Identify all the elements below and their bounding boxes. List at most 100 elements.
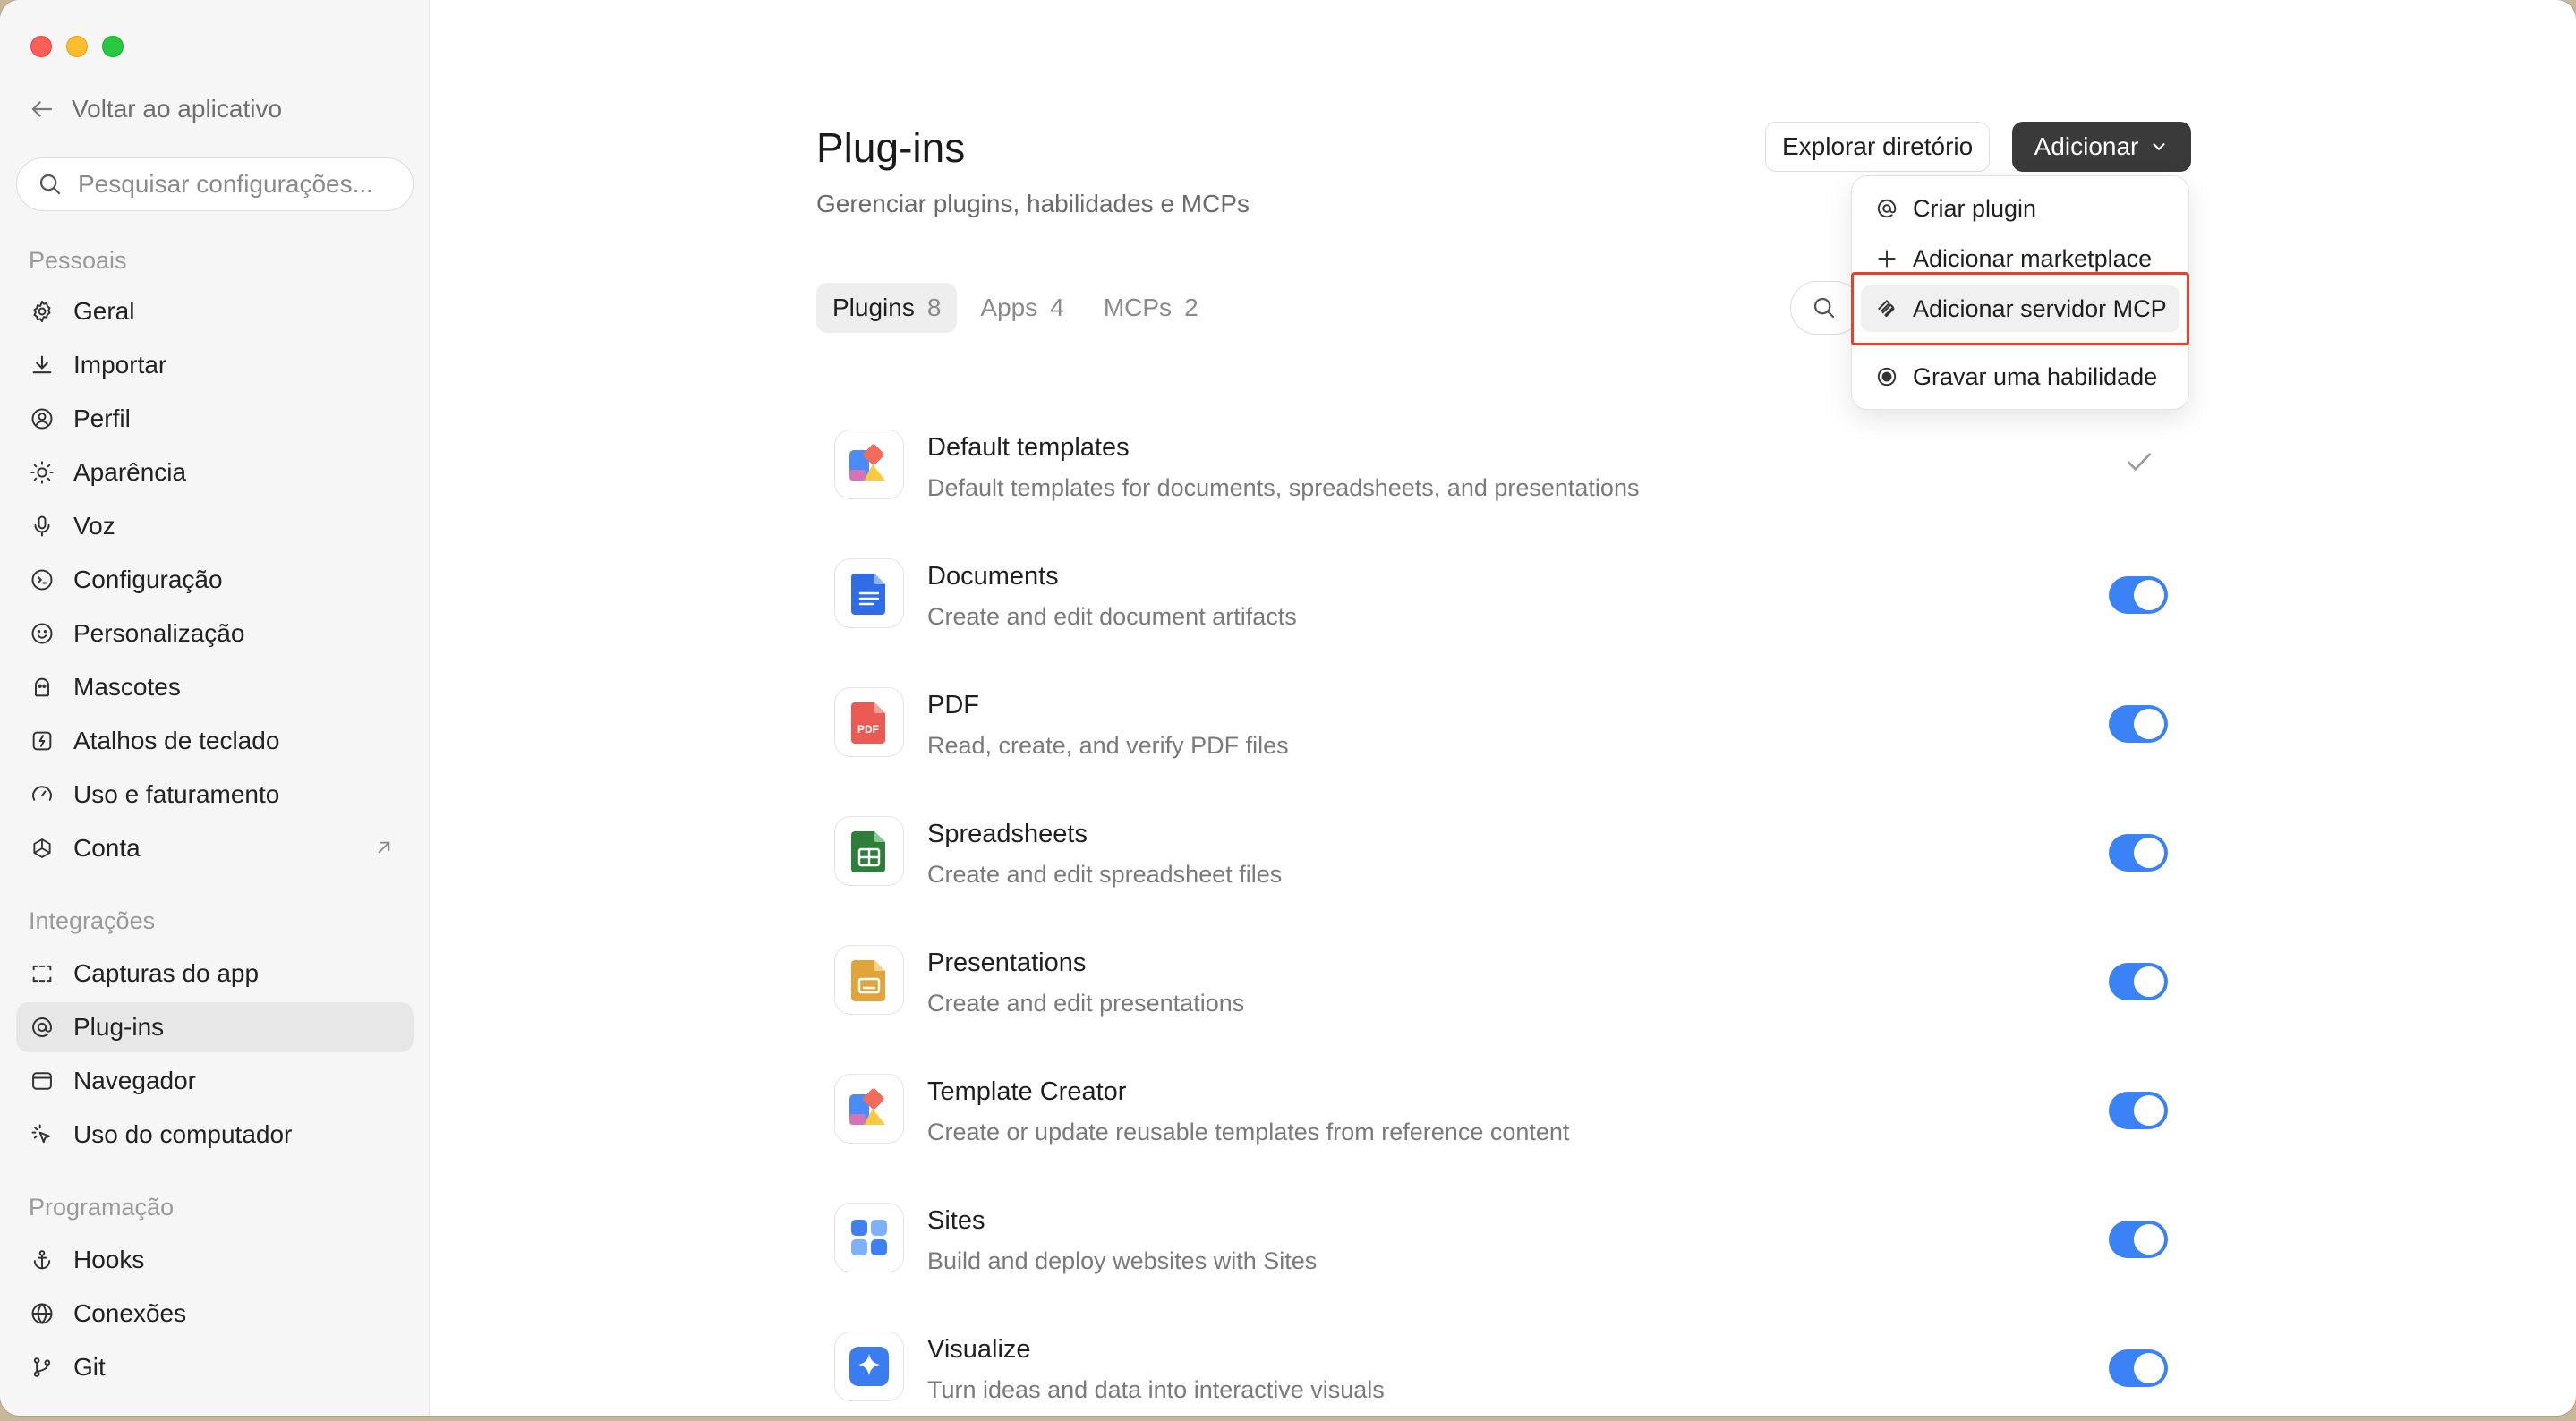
tab-label: Plugins	[832, 294, 915, 321]
sidebar-item-uso-faturamento[interactable]: Uso e faturamento	[16, 770, 414, 820]
menu-item-adicionar-servidor-mcp[interactable]: Adicionar servidor MCP	[1861, 285, 2179, 332]
gear-icon	[33, 300, 51, 323]
sidebar-item-mascotes[interactable]: Mascotes	[16, 662, 414, 712]
openai-icon	[33, 838, 51, 858]
plugin-row-documents: Documents Create and edit document artif…	[834, 544, 2168, 642]
plugin-toggle[interactable]	[2109, 1221, 2168, 1258]
explore-directory-button[interactable]: Explorar diretório	[1765, 122, 1991, 172]
sidebar-item-plug-ins[interactable]: Plug-ins	[16, 1002, 414, 1052]
template-creator-icon	[834, 1074, 904, 1144]
menu-item-criar-plugin[interactable]: Criar plugin	[1861, 185, 2179, 232]
branch-icon	[33, 1357, 51, 1377]
plugin-name: Spreadsheets	[927, 820, 1088, 848]
documents-icon	[834, 558, 904, 628]
sidebar-item-label: Uso do computador	[73, 1120, 293, 1148]
sidebar-item-navegador[interactable]: Navegador	[16, 1056, 414, 1106]
plugin-row-visualize: Visualize Turn ideas and data into inter…	[834, 1317, 2168, 1416]
menu-item-label: Gravar uma habilidade	[1913, 362, 2158, 390]
arrow-left-icon	[31, 101, 53, 117]
plugin-description: Create and edit spreadsheet files	[927, 861, 1283, 888]
sidebar-item-conta[interactable]: Conta	[16, 823, 414, 873]
menu-item-adicionar-marketplace[interactable]: Adicionar marketplace	[1861, 235, 2179, 282]
external-link-icon	[378, 841, 390, 854]
plugin-toggle[interactable]	[2109, 1349, 2168, 1387]
settings-search[interactable]	[16, 157, 414, 211]
sidebar-item-label: Uso e faturamento	[73, 780, 280, 808]
microphone-icon	[34, 515, 50, 537]
minimize-window-button[interactable]	[66, 36, 88, 57]
globe-icon	[31, 1303, 53, 1324]
checkmark-icon	[2128, 453, 2151, 471]
smile-icon	[31, 623, 53, 644]
plugin-description: Create and edit document artifacts	[927, 603, 1297, 630]
sun-icon	[30, 461, 54, 484]
plugin-toggle[interactable]	[2109, 705, 2168, 743]
plugin-description: Read, create, and verify PDF files	[927, 732, 1289, 759]
menu-item-label: Criar plugin	[1913, 194, 2037, 222]
sidebar-item-personalizacao[interactable]: Personalização	[16, 608, 414, 659]
page-title: Plug-ins	[816, 124, 966, 171]
plugin-toggle[interactable]	[2109, 1092, 2168, 1129]
mascot-icon	[35, 677, 49, 697]
tab-plugins[interactable]: Plugins 8	[816, 283, 958, 333]
tab-apps[interactable]: Apps 4	[964, 283, 1079, 333]
main-content: Plug-ins Gerenciar plugins, habilidades …	[430, 0, 2576, 1416]
sidebar-item-label: Capturas do app	[73, 959, 260, 987]
sidebar-item-uso-computador[interactable]: Uso do computador	[16, 1110, 414, 1160]
tab-mcps[interactable]: MCPs 2	[1088, 283, 1215, 333]
search-icon	[1813, 297, 1835, 319]
sidebar-item-label: Geral	[73, 297, 135, 325]
sidebar-item-label: Perfil	[73, 404, 131, 432]
sidebar-item-configuracao[interactable]: Configuração	[16, 555, 414, 605]
window-controls	[30, 36, 124, 57]
plugin-toggle[interactable]	[2109, 576, 2168, 614]
plugin-toggle[interactable]	[2109, 963, 2168, 1000]
anchor-icon	[33, 1250, 51, 1270]
sidebar-item-geral[interactable]: Geral	[16, 286, 414, 336]
screenshot-icon	[32, 965, 52, 983]
sidebar-item-label: Aparência	[73, 458, 187, 486]
plugin-row-default-templates: Default templates Default templates for …	[834, 415, 2168, 514]
sidebar-item-aparencia[interactable]: Aparência	[16, 447, 414, 498]
sidebar-item-label: Configuração	[73, 566, 223, 593]
spreadsheets-icon	[834, 816, 904, 886]
gauge-icon	[32, 786, 52, 801]
close-window-button[interactable]	[30, 36, 52, 57]
sidebar-item-conexoes[interactable]: Conexões	[16, 1289, 414, 1339]
sidebar-item-label: Navegador	[73, 1067, 196, 1094]
menu-item-gravar-habilidade[interactable]: Gravar uma habilidade	[1861, 353, 2179, 400]
sidebar-item-git[interactable]: Git	[16, 1342, 414, 1392]
plugin-toggle[interactable]	[2109, 834, 2168, 872]
sidebar-item-atalhos[interactable]: Atalhos de teclado	[16, 716, 414, 766]
sidebar-item-label: Hooks	[73, 1246, 145, 1273]
sidebar-item-hooks[interactable]: Hooks	[16, 1235, 414, 1285]
sidebar-item-importar[interactable]: Importar	[16, 340, 414, 390]
zoom-window-button[interactable]	[102, 36, 124, 57]
menu-item-label: Adicionar marketplace	[1913, 244, 2153, 272]
sidebar-item-perfil[interactable]: Perfil	[16, 394, 414, 444]
plus-icon	[1878, 250, 1896, 268]
visualize-icon	[834, 1332, 904, 1401]
plugin-tabs: Plugins 8 Apps 4 MCPs 2	[816, 283, 1215, 333]
settings-search-input[interactable]	[78, 170, 400, 199]
plugin-row-spreadsheets: Spreadsheets Create and edit spreadsheet…	[834, 802, 2168, 900]
sidebar-item-voz[interactable]: Voz	[16, 501, 414, 551]
browser-icon	[32, 1072, 52, 1090]
sidebar-item-label: Git	[73, 1353, 106, 1381]
add-button[interactable]: Adicionar	[2012, 122, 2191, 172]
sidebar-item-label: Plug-ins	[73, 1013, 165, 1041]
plugin-row-template-creator: Template Creator Create or update reusab…	[834, 1059, 2168, 1158]
plugin-name: Visualize	[927, 1335, 1031, 1364]
plugin-name: Documents	[927, 562, 1059, 591]
tab-count: 2	[1184, 294, 1198, 321]
default-templates-icon	[834, 430, 904, 499]
plugin-description: Create and edit presentations	[927, 990, 1245, 1017]
keyboard-icon	[32, 731, 52, 751]
back-to-app-link[interactable]: Voltar ao aplicativo	[29, 95, 282, 123]
sidebar-item-capturas[interactable]: Capturas do app	[16, 949, 414, 999]
sidebar-item-label: Importar	[73, 351, 167, 379]
section-personal-label: Pessoais	[29, 247, 127, 274]
plugin-description: Build and deploy websites with Sites	[927, 1247, 1318, 1274]
settings-window: Voltar ao aplicativo Pessoais Geral Impo…	[0, 0, 2576, 1416]
cursor-icon	[31, 1124, 51, 1144]
